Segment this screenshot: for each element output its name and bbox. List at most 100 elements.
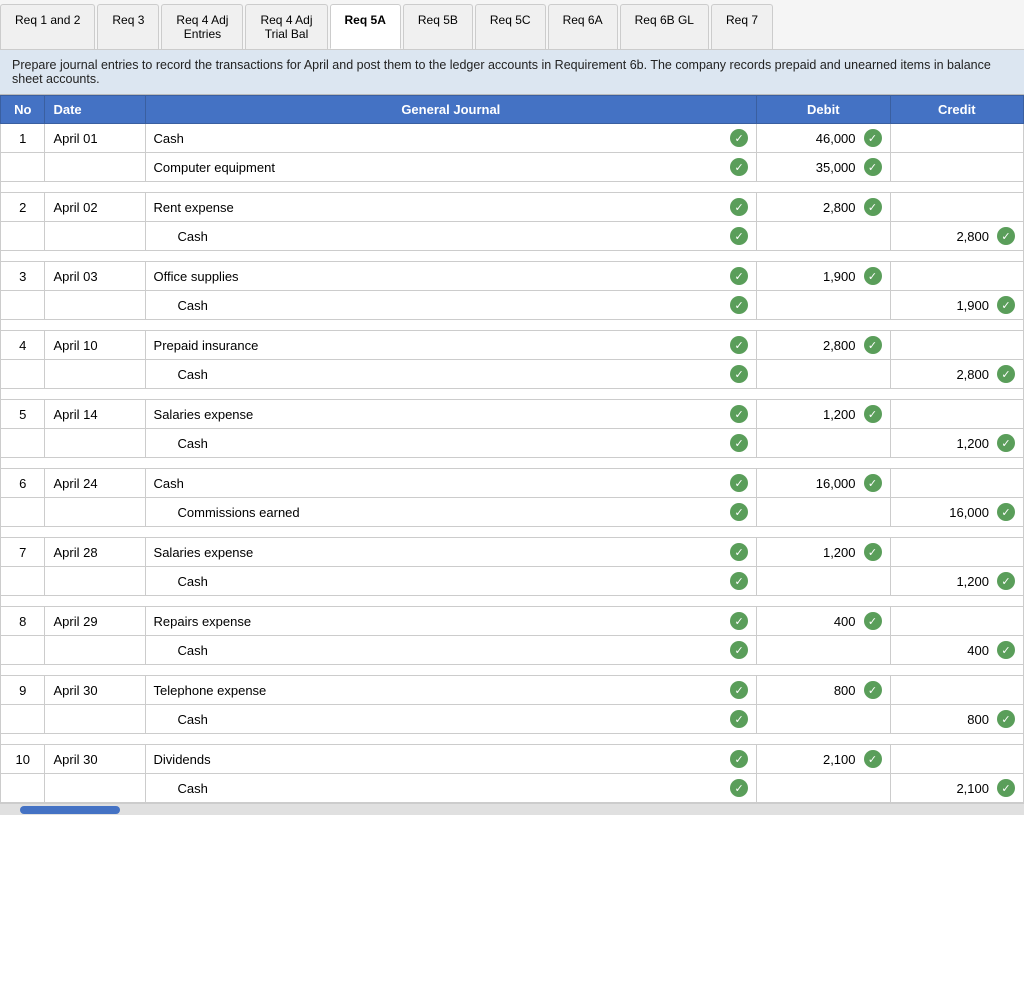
header-date: Date	[45, 96, 145, 124]
header-journal: General Journal	[145, 96, 757, 124]
entry-date: April 01	[45, 124, 145, 153]
check-icon: ✓	[730, 750, 748, 768]
header-no: No	[1, 96, 45, 124]
entry-date: April 28	[45, 538, 145, 567]
entry-no: 10	[1, 745, 45, 774]
check-icon: ✓	[864, 543, 882, 561]
entry-account: Cash✓	[145, 222, 757, 251]
check-icon: ✓	[864, 750, 882, 768]
entry-no	[1, 291, 45, 320]
entry-no	[1, 705, 45, 734]
check-icon: ✓	[730, 365, 748, 383]
check-icon: ✓	[730, 336, 748, 354]
entry-no: 9	[1, 676, 45, 705]
entry-no: 8	[1, 607, 45, 636]
entry-debit	[757, 567, 890, 596]
check-icon: ✓	[997, 227, 1015, 245]
tab-req3[interactable]: Req 3	[97, 4, 159, 49]
entry-debit: 46,000✓	[757, 124, 890, 153]
header-credit: Credit	[890, 96, 1023, 124]
header-debit: Debit	[757, 96, 890, 124]
entry-credit: 16,000✓	[890, 498, 1023, 527]
tab-req7[interactable]: Req 7	[711, 4, 773, 49]
entry-account: Cash✓	[145, 636, 757, 665]
check-icon: ✓	[730, 405, 748, 423]
description-bar: Prepare journal entries to record the tr…	[0, 50, 1024, 95]
tab-req5a[interactable]: Req 5A	[330, 4, 401, 49]
check-icon: ✓	[997, 710, 1015, 728]
check-icon: ✓	[864, 612, 882, 630]
entry-account: Salaries expense✓	[145, 400, 757, 429]
table-row: 3April 03Office supplies✓1,900✓	[1, 262, 1024, 291]
entry-credit: 2,800✓	[890, 360, 1023, 389]
entry-no	[1, 222, 45, 251]
entry-account: Cash✓	[145, 567, 757, 596]
entry-account: Cash✓	[145, 774, 757, 803]
table-row: Cash✓1,900✓	[1, 291, 1024, 320]
table-row: 4April 10Prepaid insurance✓2,800✓	[1, 331, 1024, 360]
table-row: 5April 14Salaries expense✓1,200✓	[1, 400, 1024, 429]
entry-account: Cash✓	[145, 469, 757, 498]
entry-date	[45, 774, 145, 803]
entry-no	[1, 774, 45, 803]
spacer-row	[1, 596, 1024, 607]
table-row: 2April 02Rent expense✓2,800✓	[1, 193, 1024, 222]
entry-debit: 35,000✓	[757, 153, 890, 182]
check-icon: ✓	[997, 296, 1015, 314]
tab-req4-adj-trial-bal[interactable]: Req 4 AdjTrial Bal	[245, 4, 327, 49]
check-icon: ✓	[730, 129, 748, 147]
entry-date	[45, 567, 145, 596]
check-icon: ✓	[997, 434, 1015, 452]
check-icon: ✓	[730, 612, 748, 630]
entry-credit: 2,800✓	[890, 222, 1023, 251]
check-icon: ✓	[730, 710, 748, 728]
entry-debit: 1,200✓	[757, 400, 890, 429]
entry-account: Cash✓	[145, 124, 757, 153]
check-icon: ✓	[730, 572, 748, 590]
entry-credit: 2,100✓	[890, 774, 1023, 803]
entry-debit: 2,100✓	[757, 745, 890, 774]
entry-debit	[757, 705, 890, 734]
entry-account: Cash✓	[145, 360, 757, 389]
entry-no	[1, 498, 45, 527]
tab-req5b[interactable]: Req 5B	[403, 4, 473, 49]
scrollbar[interactable]	[0, 803, 1024, 815]
entry-credit	[890, 745, 1023, 774]
entry-no: 4	[1, 331, 45, 360]
check-icon: ✓	[864, 681, 882, 699]
tab-req6a[interactable]: Req 6A	[548, 4, 618, 49]
entry-credit	[890, 400, 1023, 429]
table-row: Cash✓ 1,200✓	[1, 567, 1024, 596]
tab-bar: Req 1 and 2 Req 3 Req 4 AdjEntries Req 4…	[0, 0, 1024, 50]
table-row: Cash✓ 2,800✓	[1, 222, 1024, 251]
check-icon: ✓	[730, 198, 748, 216]
entry-date: April 29	[45, 607, 145, 636]
journal-table: No Date General Journal Debit Credit 1Ap…	[0, 95, 1024, 803]
tab-req4-adj-entries[interactable]: Req 4 AdjEntries	[161, 4, 243, 49]
entry-credit: 800✓	[890, 705, 1023, 734]
scrollbar-thumb[interactable]	[20, 806, 120, 814]
entry-debit: 400✓	[757, 607, 890, 636]
entry-date: April 30	[45, 745, 145, 774]
entry-credit: 1,200✓	[890, 567, 1023, 596]
entry-debit: 1,900✓	[757, 262, 890, 291]
entry-date: April 03	[45, 262, 145, 291]
tab-req1and2[interactable]: Req 1 and 2	[0, 4, 95, 49]
entry-date	[45, 291, 145, 320]
entry-credit	[890, 676, 1023, 705]
check-icon: ✓	[997, 779, 1015, 797]
check-icon: ✓	[997, 503, 1015, 521]
table-row: 6April 24Cash✓16,000✓	[1, 469, 1024, 498]
entry-account: Rent expense✓	[145, 193, 757, 222]
entry-date: April 24	[45, 469, 145, 498]
check-icon: ✓	[864, 129, 882, 147]
check-icon: ✓	[997, 365, 1015, 383]
tab-req5c[interactable]: Req 5C	[475, 4, 546, 49]
table-row: Cash✓1,200✓	[1, 429, 1024, 458]
check-icon: ✓	[730, 641, 748, 659]
tab-req6b-gl[interactable]: Req 6B GL	[620, 4, 709, 49]
entry-credit: 1,200✓	[890, 429, 1023, 458]
entry-debit	[757, 429, 890, 458]
entry-account: Office supplies✓	[145, 262, 757, 291]
check-icon: ✓	[730, 681, 748, 699]
